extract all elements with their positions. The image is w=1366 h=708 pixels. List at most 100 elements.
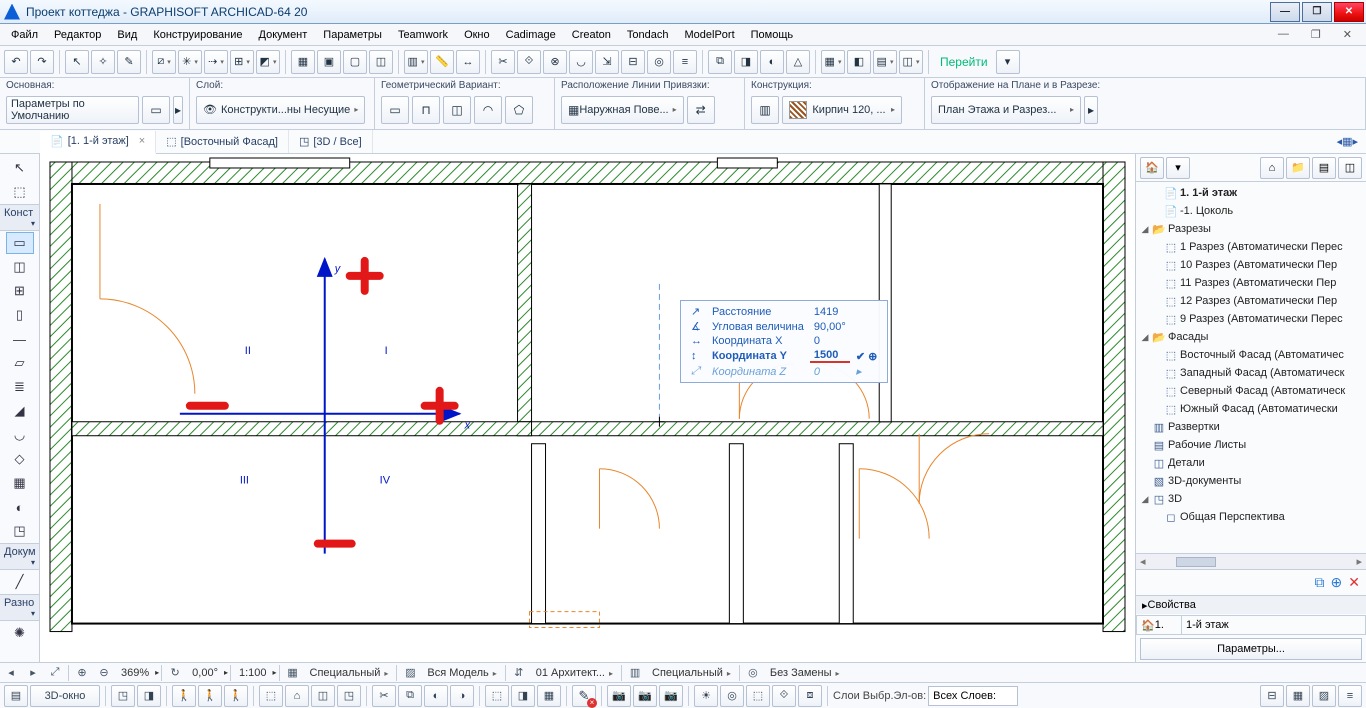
nav-tree-item[interactable]: 📄1. 1-й этаж xyxy=(1136,184,1366,202)
menu-modelport[interactable]: ModelPort xyxy=(677,26,743,44)
tab-nav-back[interactable]: ◂▦▸ xyxy=(1329,135,1366,148)
nav-tree-item[interactable]: ⬚Северный Фасад (Автоматическ xyxy=(1136,382,1366,400)
beam-tool[interactable]: — xyxy=(6,328,34,350)
fillet-button[interactable]: ◡ xyxy=(569,50,593,74)
tab-3d[interactable]: ◳[3D / Все] xyxy=(289,130,373,153)
bt-walk3[interactable]: 🚶 xyxy=(224,685,248,707)
disp-icon4[interactable]: ▥ xyxy=(624,664,646,682)
angle-icon[interactable]: ↻ xyxy=(164,664,186,682)
curtain-tool[interactable]: ▦ xyxy=(6,472,34,494)
bt-r3[interactable]: ▦ xyxy=(537,685,561,707)
nav-tree-item[interactable]: ⬚12 Разрез (Автоматически Пер xyxy=(1136,292,1366,310)
connect-button[interactable]: ⧉ xyxy=(708,50,732,74)
nav-tree-item[interactable]: ◫Детали xyxy=(1136,454,1366,472)
nav-clone-icon[interactable]: ⊕ xyxy=(1331,574,1343,591)
zoom-fit[interactable]: ⤢ xyxy=(44,664,66,682)
nav-tree-item[interactable]: ▥Развертки xyxy=(1136,418,1366,436)
geom-rect[interactable]: ◫ xyxy=(443,96,471,124)
angle-value[interactable]: 0,00° xyxy=(186,667,224,679)
grid-toggle[interactable]: ⊞ xyxy=(230,50,254,74)
bt-cut1[interactable]: ✂ xyxy=(372,685,396,707)
nav-prop-header[interactable]: ▸ Свойства xyxy=(1136,596,1366,614)
struct-type[interactable]: ▥ xyxy=(751,96,779,124)
menu-options[interactable]: Параметры xyxy=(315,26,390,44)
menu-view[interactable]: Вид xyxy=(109,26,145,44)
nav-new-view-icon[interactable]: ⧉ xyxy=(1315,574,1325,591)
view-set4[interactable]: ◫ xyxy=(899,50,923,74)
bt-3dwindow[interactable]: 3D-окно xyxy=(30,685,100,707)
bt-e1[interactable]: ◎ xyxy=(720,685,744,707)
bt-cut4[interactable]: ◑ xyxy=(450,685,474,707)
nav-tree-item[interactable]: ◻Общая Перспектива xyxy=(1136,508,1366,526)
nav-tree-item[interactable]: ⬚Восточный Фасад (Автоматичес xyxy=(1136,346,1366,364)
bt-r1[interactable]: ⬚ xyxy=(485,685,509,707)
view-set1[interactable]: ▦ xyxy=(821,50,845,74)
intersect-button[interactable]: ⊗ xyxy=(543,50,567,74)
ungroup-button[interactable]: ▢ xyxy=(343,50,367,74)
menu-design[interactable]: Конструирование xyxy=(145,26,250,44)
roof-tool[interactable]: ◢ xyxy=(6,400,34,422)
layers-sel-drop[interactable]: Всех Слоев: xyxy=(928,686,1018,706)
nav-tree-item[interactable]: ⬚11 Разрез (Автоматически Пер xyxy=(1136,274,1366,292)
zoom-fwd[interactable]: ▸ xyxy=(22,664,44,682)
surface-toggle[interactable]: ◩ xyxy=(256,50,280,74)
snap-toggle[interactable]: ✳ xyxy=(178,50,202,74)
lock-button[interactable]: ◫ xyxy=(369,50,393,74)
stair-tool[interactable]: ≣ xyxy=(6,376,34,398)
trim-button[interactable]: ✂ xyxy=(491,50,515,74)
disp-icon3[interactable]: ⇵ xyxy=(508,664,530,682)
bt-persp[interactable]: ◳ xyxy=(111,685,135,707)
coordinate-tracker[interactable]: ↗Расстояние1419 ∡Угловая величина90,00° … xyxy=(680,300,888,383)
tab-elevation[interactable]: ⬚[Восточный Фасад] xyxy=(156,130,289,153)
measure-button[interactable]: ↔ xyxy=(456,50,480,74)
nav-tree-item[interactable]: ▧3D-документы xyxy=(1136,472,1366,490)
nav-tree-item[interactable]: ⬚Южный Фасад (Автоматически xyxy=(1136,400,1366,418)
drawing-canvas[interactable]: x y I II III IV ↗Расстояние1419 xyxy=(40,154,1136,662)
marquee-tool[interactable]: ⬚ xyxy=(6,181,34,203)
bt-right3[interactable]: ▨ xyxy=(1312,685,1336,707)
skylight-tool[interactable]: ◇ xyxy=(6,448,34,470)
redo-button[interactable]: ↷ xyxy=(30,50,54,74)
roof-button[interactable]: △ xyxy=(786,50,810,74)
toolbox-group-misc[interactable]: Разно▾ xyxy=(0,594,39,621)
resize-button[interactable]: ⇲ xyxy=(595,50,619,74)
disp-opt4[interactable]: Специальный xyxy=(646,667,737,679)
nav-project-button[interactable]: 🏠 xyxy=(1140,157,1164,179)
nav-view-map[interactable]: ⌂ xyxy=(1260,157,1284,179)
nav-layout[interactable]: ▤ xyxy=(1312,157,1336,179)
pick-button[interactable]: ↖ xyxy=(65,50,89,74)
minimize-button[interactable]: — xyxy=(1270,2,1300,22)
refline-flip[interactable]: ⇄ xyxy=(687,96,715,124)
nav-prop-name[interactable]: 1-й этаж xyxy=(1181,615,1366,635)
disp-opt2[interactable]: Вся Модель xyxy=(421,667,502,679)
disp-opt3[interactable]: 01 Архитект... xyxy=(530,667,619,679)
menu-document[interactable]: Документ xyxy=(251,26,316,44)
bt-right2[interactable]: ▦ xyxy=(1286,685,1310,707)
bt-cam2[interactable]: 📷 xyxy=(633,685,657,707)
nav-book[interactable]: 📁 xyxy=(1286,157,1310,179)
bt-s4[interactable]: ◳ xyxy=(337,685,361,707)
column-tool[interactable]: ▯ xyxy=(6,304,34,326)
bt-sun[interactable]: ☀ xyxy=(694,685,718,707)
menu-creaton[interactable]: Creaton xyxy=(564,26,619,44)
ruler-button[interactable]: 📏 xyxy=(430,50,454,74)
nav-tree-item[interactable]: ▤Рабочие Листы xyxy=(1136,436,1366,454)
split-button[interactable]: ⊟ xyxy=(621,50,645,74)
trace-toggle[interactable]: ▥ xyxy=(404,50,428,74)
wand-button[interactable]: ✧ xyxy=(91,50,115,74)
view-set3[interactable]: ▤ xyxy=(873,50,897,74)
align-button[interactable]: ≡ xyxy=(673,50,697,74)
zoom-out[interactable]: ⊖ xyxy=(93,664,115,682)
navigator-tree[interactable]: 📄1. 1-й этаж📄-1. Цоколь◢📂Разрезы⬚1 Разре… xyxy=(1136,182,1366,553)
shell-tool[interactable]: ◡ xyxy=(6,424,34,446)
bt-walk1[interactable]: 🚶 xyxy=(172,685,196,707)
menu-file[interactable]: Файл xyxy=(3,26,46,44)
suspend-button[interactable]: ▦ xyxy=(291,50,315,74)
nav-publisher[interactable]: ◫ xyxy=(1338,157,1362,179)
goto-label[interactable]: Перейти xyxy=(934,55,994,69)
infobox-scroll-right[interactable]: ▸ xyxy=(1084,96,1098,124)
bt-s2[interactable]: ⌂ xyxy=(285,685,309,707)
bt-axo[interactable]: ◨ xyxy=(137,685,161,707)
disp-icon2[interactable]: ▨ xyxy=(399,664,421,682)
bt-right1[interactable]: ⊟ xyxy=(1260,685,1284,707)
